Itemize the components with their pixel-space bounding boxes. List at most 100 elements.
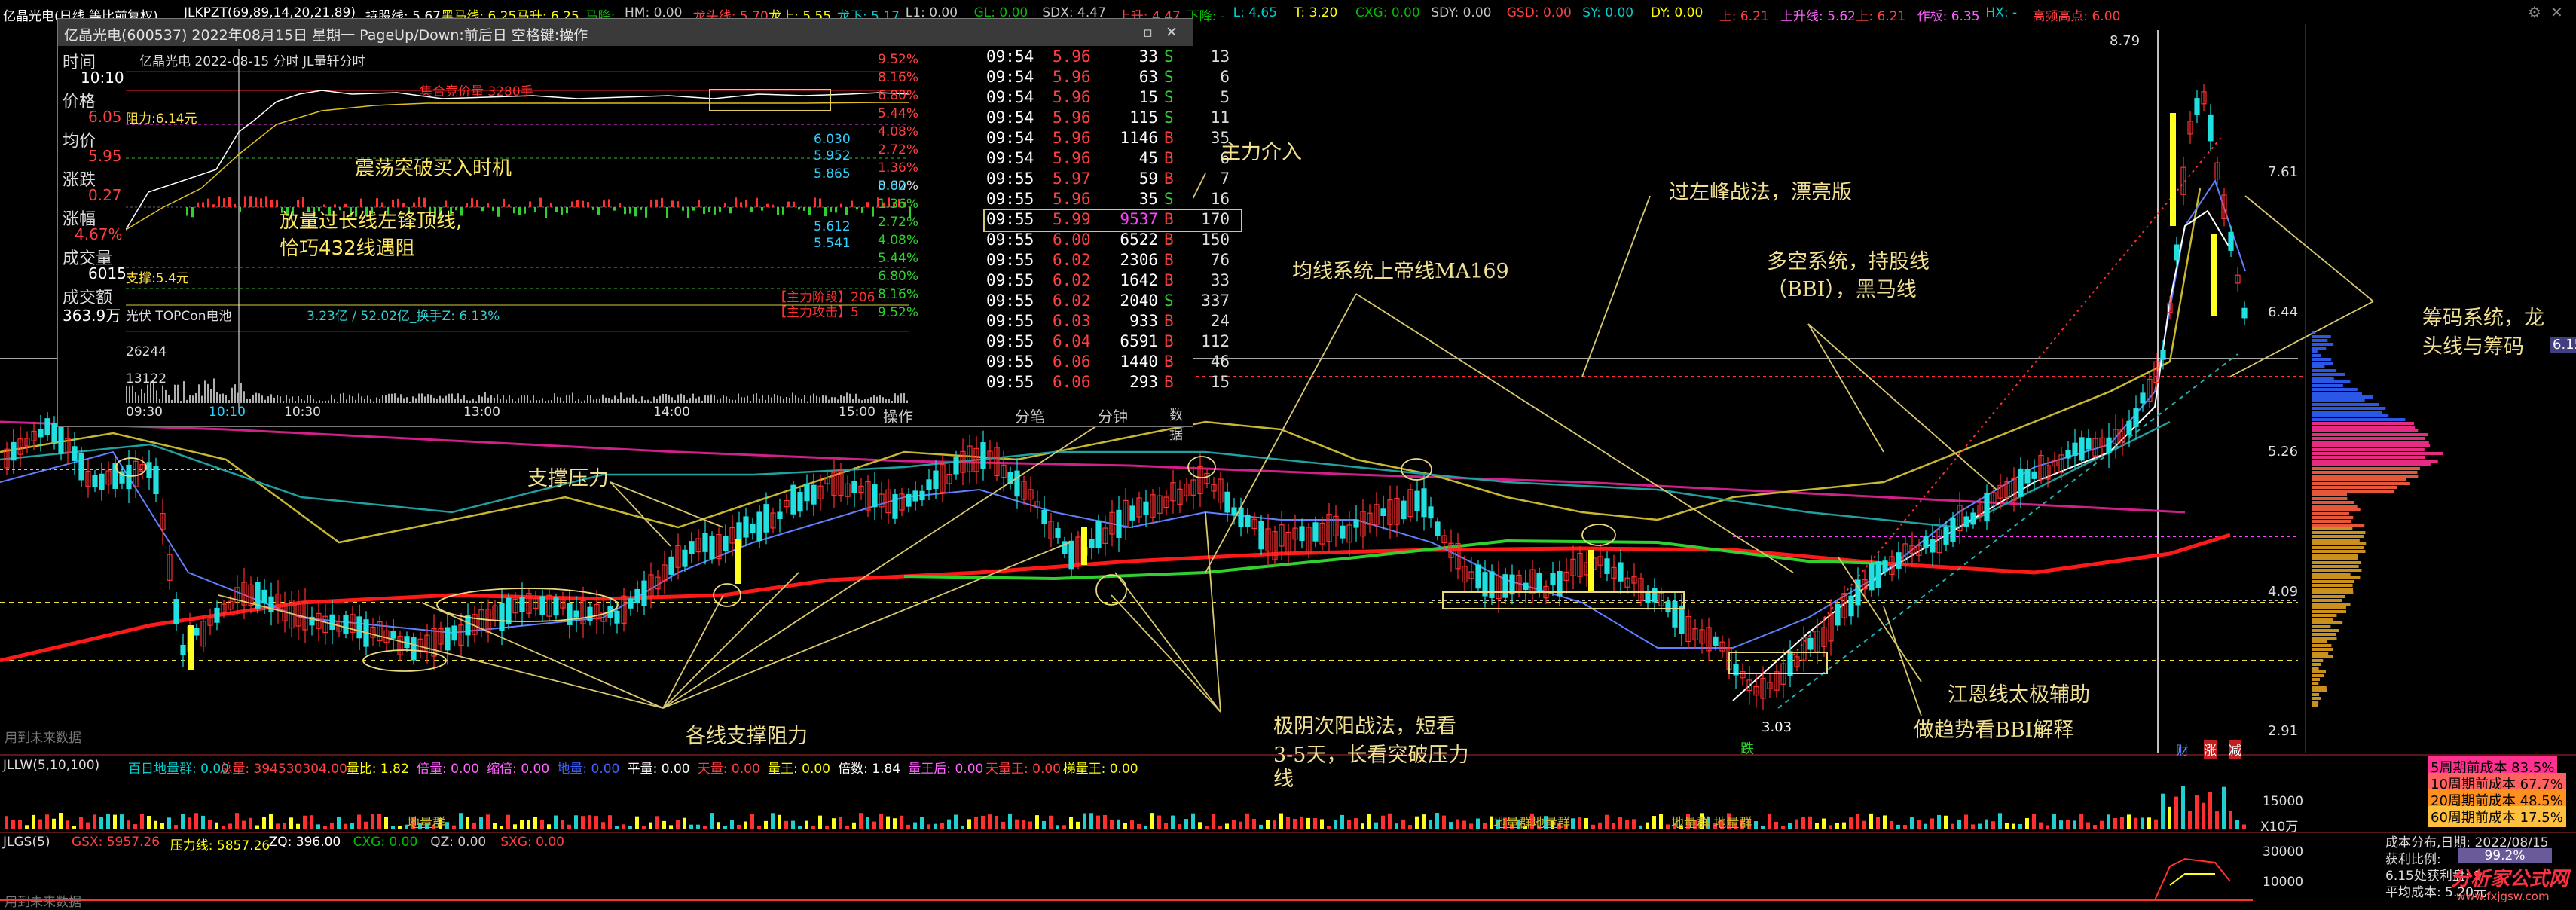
window-close-icon[interactable]: ✕: [1166, 24, 1178, 41]
trade-cell: 337: [1201, 292, 1230, 310]
price-tick: 6.44: [2268, 304, 2299, 320]
finance-icon[interactable]: 财: [2176, 740, 2189, 759]
intraday-volume-bar: [319, 400, 320, 403]
intraday-volume-bar: [572, 392, 573, 403]
trade-row[interactable]: 09:54 5.96 115 S 11: [985, 108, 1241, 129]
volume-bar: [967, 819, 971, 829]
intraday-volume-bar: [629, 397, 631, 403]
trade-row[interactable]: 09:54 5.96 15 S 5: [985, 88, 1241, 108]
trade-row[interactable]: 09:55 6.00 6522 B 150: [985, 231, 1241, 251]
trade-row[interactable]: 09:54 5.96 33 S 13: [985, 47, 1241, 68]
intraday-volume-bar: [454, 399, 456, 403]
intraday-volume-bar: [478, 395, 480, 403]
intraday-volume-bar: [503, 395, 504, 403]
volume-bar: [1659, 814, 1663, 829]
trade-row[interactable]: 09:55 6.02 2306 B 76: [985, 251, 1241, 271]
intraday-volume-bar: [644, 400, 646, 403]
volume-bar: [1571, 818, 1575, 829]
trade-row[interactable]: 09:55 6.03 933 B 24: [985, 312, 1241, 332]
panel3-name[interactable]: JLGS(5): [3, 835, 50, 850]
trade-row[interactable]: 09:54 5.96 63 S 6: [985, 68, 1241, 88]
volume-bar: [2195, 795, 2199, 829]
volume-bar: [1089, 813, 1093, 829]
chip-bar: [2312, 433, 2429, 436]
candle-body: [2031, 471, 2037, 479]
intraday-volume-bar: [466, 400, 468, 403]
intraday-flow-bar: [772, 204, 774, 207]
intraday-flow-bar: [692, 207, 695, 211]
trade-cell: S: [1164, 292, 1174, 310]
intraday-chart[interactable]: [126, 49, 924, 411]
trade-row[interactable]: 09:55 6.06 293 B 15: [985, 373, 1241, 393]
intraday-flow-bar: [745, 200, 747, 207]
rise-icon[interactable]: 涨: [2204, 740, 2217, 759]
intraday-volume-bar: [813, 393, 814, 403]
intraday-volume-bar: [780, 396, 781, 403]
intraday-window[interactable]: 亿晶光电(600537) 2022年08月15日 星期一 PageUp/Down…: [57, 18, 1242, 443]
volume-bar: [1022, 820, 1025, 829]
intra-vol-axis-top: 26244: [126, 344, 167, 359]
volume-bar: [723, 826, 727, 829]
reduce-icon[interactable]: 减: [2229, 740, 2241, 759]
intraday-flow-bar: [861, 207, 863, 213]
intraday-flow-bar: [212, 204, 215, 207]
trade-row[interactable]: 09:55 6.02 2040 S 337: [985, 292, 1241, 312]
tab-fenzhong[interactable]: 分钟: [1098, 405, 1128, 426]
trade-row[interactable]: 09:55 5.99 9537 B 170: [983, 209, 1242, 232]
intraday-volume-bar: [126, 386, 127, 403]
trade-row[interactable]: 09:55 5.96 35 S 16: [985, 190, 1241, 210]
volume-bar: [506, 814, 510, 829]
minimize-icon[interactable]: ▫: [1143, 24, 1153, 41]
intraday-volume-bar: [430, 394, 432, 403]
intraday-volume-bar: [608, 398, 610, 403]
time-value: 10:10: [81, 69, 124, 87]
volume-bar: [696, 824, 700, 829]
trade-cell: 6.02: [1053, 251, 1091, 269]
operate-tab[interactable]: 操作: [883, 405, 913, 426]
chip-bar: [2312, 655, 2333, 658]
intraday-volume-bar: [626, 397, 628, 403]
volume-bar: [1245, 813, 1249, 829]
intraday-flow-bar: [466, 203, 468, 207]
trade-row[interactable]: 09:55 6.04 6591 B 112: [985, 332, 1241, 353]
candle-body: [1523, 582, 1529, 591]
settings-icon[interactable]: ⚙: [2528, 3, 2541, 21]
trade-row[interactable]: 09:55 6.02 1642 B 33: [985, 271, 1241, 292]
candle-body: [933, 470, 939, 490]
volume-bar: [1225, 823, 1229, 829]
intraday-flow-bar: [782, 207, 784, 215]
intraday-volume-bar: [228, 400, 230, 403]
intraday-volume-bar: [219, 394, 221, 403]
tab-fenbi[interactable]: 分笔: [1015, 405, 1045, 426]
candle-body: [641, 580, 647, 606]
volume-bar: [283, 823, 286, 829]
annotation-trend-bbi: 做趋势看BBI解释: [1914, 719, 2074, 742]
volume-bar: [479, 817, 483, 829]
intraday-volume-bar: [692, 393, 694, 403]
chip-bar: [2312, 670, 2327, 673]
volume-bar: [540, 819, 544, 829]
candle-body: [51, 423, 57, 443]
trade-row[interactable]: 09:55 6.06 1440 B 46: [985, 353, 1241, 373]
volume-bar: [1815, 823, 1819, 829]
trade-row[interactable]: 09:54 5.96 45 B 6: [985, 149, 1241, 169]
volume-bar: [581, 816, 585, 829]
volume-bar: [1042, 820, 1046, 829]
intraday-window-title-bar[interactable]: 亿晶光电(600537) 2022年08月15日 星期一 PageUp/Down…: [58, 19, 1193, 46]
candle-body: [1672, 600, 1678, 628]
close-icon[interactable]: ✕: [2550, 3, 2563, 21]
volume-bar: [1801, 817, 1805, 829]
volume-bar: [1137, 823, 1141, 829]
panel2-name[interactable]: JLLW(5,10,100): [3, 758, 99, 773]
intraday-volume-bar: [494, 397, 495, 403]
intraday-volume-bar: [451, 393, 453, 403]
tab-shuju[interactable]: 数据: [1169, 405, 1193, 444]
header-value-25: 高频高点: 6.00: [2032, 9, 2121, 24]
trade-row[interactable]: 09:54 5.96 1146 B 35: [985, 129, 1241, 149]
intraday-volume-bar: [584, 400, 585, 403]
chip-bar: [2312, 693, 2319, 696]
chip-bar: [2312, 516, 2354, 519]
trade-cell: B: [1164, 251, 1174, 269]
trade-row[interactable]: 09:55 5.97 59 B 7: [985, 169, 1241, 190]
trade-cell: 115: [1129, 108, 1158, 127]
